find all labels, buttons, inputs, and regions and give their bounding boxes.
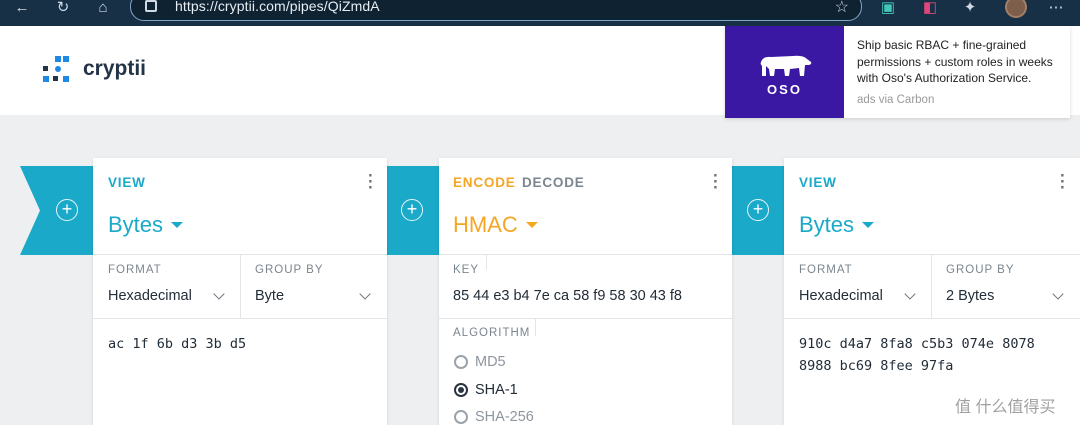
format-select[interactable]: Hexadecimal: [799, 288, 883, 304]
cryptii-logo-icon[interactable]: [43, 56, 73, 84]
group-by-label: GROUP BY: [946, 264, 1015, 276]
lock-icon: [145, 0, 157, 12]
tab-decode[interactable]: DECODE: [522, 175, 585, 190]
chevron-down-icon[interactable]: [213, 288, 225, 300]
radio-md5[interactable]: [454, 355, 468, 369]
brick-title[interactable]: Bytes: [108, 212, 184, 238]
group-by-select[interactable]: 2 Bytes: [946, 288, 994, 304]
address-bar[interactable]: https://cryptii.com/pipes/QiZmdA ☆: [130, 0, 862, 21]
star-icon[interactable]: ☆: [835, 0, 849, 17]
more-vertical-icon[interactable]: · · ·: [368, 167, 374, 196]
chevron-down-icon[interactable]: [359, 288, 371, 300]
radio-label-sha1[interactable]: SHA-1: [475, 382, 518, 398]
divider: [240, 254, 241, 318]
brick-hmac-encoder: ENCODE DECODE · · · HMAC KEY 85 44 e3 b4 7…: [439, 158, 732, 425]
refresh-icon[interactable]: ↻: [53, 0, 73, 16]
divider: [486, 254, 487, 270]
chevron-down-icon[interactable]: [1052, 288, 1064, 300]
brick-bytes-view-1: VIEW · · · Bytes FORMAT Hexadecimal GROUP …: [93, 158, 387, 425]
puzzle-icon[interactable]: ✦: [960, 0, 980, 16]
bytes-content-line-1[interactable]: 910c d4a7 8fa8 c5b3 074e 8078: [799, 333, 1035, 355]
more-vertical-icon[interactable]: · · ·: [713, 167, 719, 196]
ad-via[interactable]: ads via Carbon: [857, 94, 934, 106]
divider: [931, 254, 932, 318]
watermark-text: 值 什么值得买: [955, 399, 1056, 416]
caret-down-icon: [171, 222, 184, 228]
group-by-label: GROUP BY: [255, 264, 324, 276]
key-input[interactable]: 85 44 e3 b4 7e ca 58 f9 58 30 43 f8: [453, 288, 682, 304]
algorithm-label: ALGORITHM: [453, 327, 531, 339]
reader-icon[interactable]: ▣: [878, 0, 898, 16]
divider: [93, 318, 387, 319]
divider: [784, 318, 1080, 319]
brick-title[interactable]: HMAC: [453, 212, 538, 238]
radio-label-md5[interactable]: MD5: [475, 354, 506, 370]
browser-toolbar: ← ↻ ⌂ https://cryptii.com/pipes/QiZmdA ☆…: [0, 0, 1080, 26]
ad-text[interactable]: Ship basic RBAC + fine-grained permissio…: [857, 37, 1067, 87]
key-label: KEY: [453, 264, 480, 276]
home-icon[interactable]: ⌂: [93, 0, 113, 16]
back-icon[interactable]: ←: [12, 0, 32, 16]
more-vertical-icon[interactable]: · · ·: [1060, 167, 1066, 196]
radio-sha256[interactable]: [454, 410, 468, 424]
ad-brand: OSO: [767, 82, 802, 97]
site-logo-text[interactable]: cryptii: [83, 57, 146, 81]
add-brick-plus-icon[interactable]: +: [56, 199, 78, 221]
group-by-select[interactable]: Byte: [255, 288, 284, 304]
caret-down-icon: [862, 222, 875, 228]
add-brick-plus-icon[interactable]: +: [747, 199, 769, 221]
divider: [439, 254, 732, 255]
divider: [535, 318, 536, 336]
caret-down-icon: [525, 222, 538, 228]
bytes-content-textarea[interactable]: ac 1f 6b d3 3b d5: [108, 333, 246, 355]
brick-title[interactable]: Bytes: [799, 212, 875, 238]
profile-avatar[interactable]: [1005, 0, 1027, 18]
more-icon[interactable]: ⋯: [1046, 0, 1066, 16]
divider: [439, 318, 732, 319]
tab-view[interactable]: VIEW: [799, 175, 837, 190]
format-select[interactable]: Hexadecimal: [108, 288, 192, 304]
divider: [784, 254, 1080, 255]
format-label: FORMAT: [799, 264, 853, 276]
brick-bytes-view-2: VIEW · · · Bytes FORMAT Hexadecimal GROUP …: [784, 158, 1080, 425]
carbon-ad[interactable]: OSO Ship basic RBAC + fine-grained permi…: [725, 26, 1070, 118]
tab-encode[interactable]: ENCODE: [453, 175, 516, 190]
tab-view[interactable]: VIEW: [108, 175, 146, 190]
url-text[interactable]: https://cryptii.com/pipes/QiZmdA: [175, 0, 380, 14]
bytes-content-line-2[interactable]: 8988 bc69 8fee 97fa: [799, 355, 953, 377]
add-brick-plus-icon[interactable]: +: [401, 199, 423, 221]
radio-sha1[interactable]: [454, 383, 468, 397]
chevron-down-icon[interactable]: [904, 288, 916, 300]
polar-bear-icon: [760, 55, 812, 76]
ad-image[interactable]: OSO: [725, 26, 844, 118]
format-label: FORMAT: [108, 264, 162, 276]
radio-label-sha256[interactable]: SHA-256: [475, 409, 534, 425]
extension-icon[interactable]: ◧: [920, 0, 940, 16]
